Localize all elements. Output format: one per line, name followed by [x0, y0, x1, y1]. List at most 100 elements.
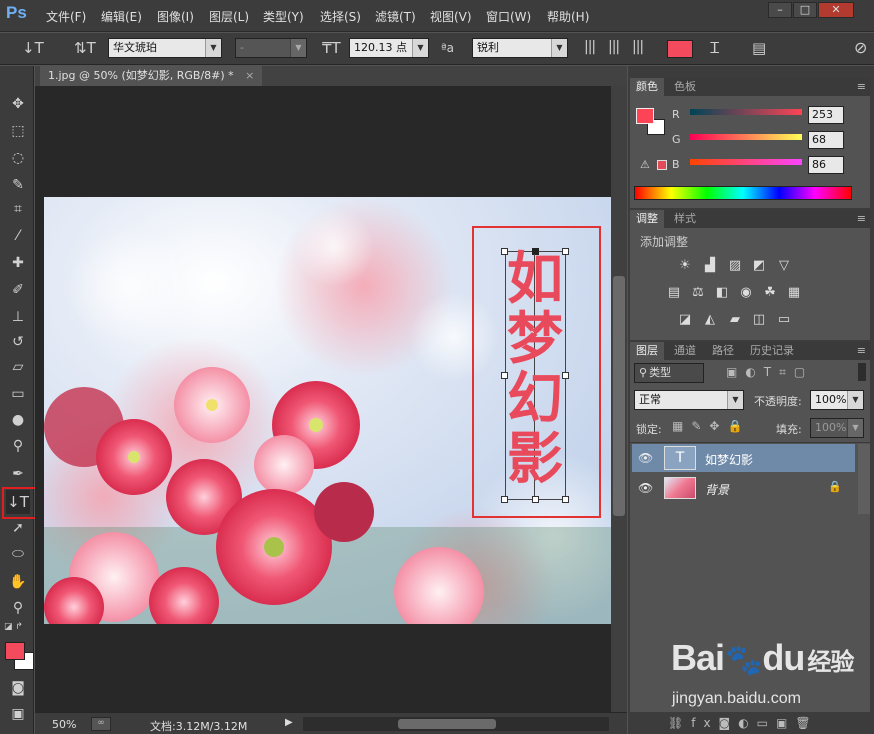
close-icon[interactable]: ×: [245, 69, 254, 82]
lock-icons[interactable]: ▦✎✥🔒: [672, 419, 750, 433]
tab-color[interactable]: 颜色: [630, 78, 664, 96]
quick-select-tool-icon[interactable]: ✎: [6, 173, 30, 197]
path-select-tool-icon[interactable]: ➚: [6, 516, 30, 540]
color-lookup-icon[interactable]: ▦: [785, 285, 803, 301]
scroll-thumb[interactable]: [613, 276, 625, 516]
tab-layers[interactable]: 图层: [630, 342, 664, 360]
warp-text-icon[interactable]: Ꮖ: [710, 39, 720, 57]
brightness-icon[interactable]: ☀: [676, 258, 694, 274]
panel-menu-icon[interactable]: ≡: [857, 212, 866, 225]
brush-tool-icon[interactable]: ✐: [6, 278, 30, 302]
transform-handle[interactable]: [501, 496, 508, 503]
healing-brush-tool-icon[interactable]: ✚: [6, 251, 30, 275]
tab-history[interactable]: 历史记录: [744, 342, 800, 360]
menu-help[interactable]: 帮助(H): [547, 8, 589, 25]
blend-mode-select[interactable]: 正常 ▼: [634, 390, 744, 410]
gradient-tool-icon[interactable]: ▭: [6, 382, 30, 406]
default-colors-icon[interactable]: ◪ ↱: [4, 622, 23, 632]
tab-styles[interactable]: 样式: [668, 210, 702, 228]
zoom-tool-icon[interactable]: ⚲: [6, 596, 30, 620]
layer-actions-icons[interactable]: ⛓fx◙◐▭▣🗑: [668, 716, 819, 730]
layer-name[interactable]: 如梦幻影: [705, 451, 753, 468]
history-brush-tool-icon[interactable]: ↺: [6, 330, 30, 354]
font-size-field[interactable]: 120.13 点 ▼: [349, 38, 429, 58]
black-white-icon[interactable]: ◧: [713, 285, 731, 301]
vertical-text-layer[interactable]: 如 梦 幻 影: [502, 250, 568, 490]
antialias-select[interactable]: 锐利 ▼: [472, 38, 568, 58]
menu-view[interactable]: 视图(V): [430, 8, 472, 25]
maximize-button[interactable]: □: [793, 2, 817, 18]
scroll-thumb[interactable]: [398, 719, 496, 729]
font-style-select[interactable]: - ▼: [235, 38, 307, 58]
channel-mixer-icon[interactable]: ☘: [761, 285, 779, 301]
invert-icon[interactable]: ◪: [676, 312, 694, 328]
eye-icon[interactable]: 👁: [638, 451, 653, 465]
eyedropper-tool-icon[interactable]: ⁄: [6, 224, 30, 248]
type-tool-icon[interactable]: ↓T: [6, 490, 30, 514]
threshold-icon[interactable]: ▰: [726, 312, 744, 328]
foreground-color-swatch[interactable]: [5, 642, 25, 660]
minimize-button[interactable]: –: [768, 2, 792, 18]
transform-handle[interactable]: [532, 496, 539, 503]
color-balance-icon[interactable]: ⚖: [689, 285, 707, 301]
tab-channels[interactable]: 通道: [668, 342, 702, 360]
document-tab[interactable]: 1.jpg @ 50% (如梦幻影, RGB/8#) * ×: [40, 66, 263, 86]
layer-row-background[interactable]: 👁 背景 🔒: [632, 474, 855, 502]
zoom-level[interactable]: 50%: [52, 718, 76, 731]
menu-edit[interactable]: 编辑(E): [101, 8, 142, 25]
status-menu-arrow-icon[interactable]: ▶: [285, 717, 293, 728]
hand-tool-icon[interactable]: ✋: [6, 570, 30, 594]
menu-select[interactable]: 选择(S): [320, 8, 361, 25]
layer-filter-select[interactable]: ⚲ 类型: [634, 363, 704, 383]
gamut-swatch[interactable]: [657, 160, 667, 170]
quick-mask-icon[interactable]: ◙: [6, 676, 30, 700]
menu-filter[interactable]: 滤镜(T): [375, 8, 416, 25]
pen-tool-icon[interactable]: ✒: [6, 462, 30, 486]
toggle-orientation-icon[interactable]: ⇅T: [74, 39, 96, 57]
vertical-scrollbar[interactable]: [611, 86, 627, 712]
b-value-field[interactable]: 86: [808, 156, 844, 174]
hue-saturation-icon[interactable]: ▤: [665, 285, 683, 301]
transform-handle[interactable]: [562, 496, 569, 503]
vibrance-icon[interactable]: ▽: [775, 258, 793, 274]
panel-menu-icon[interactable]: ≡: [857, 80, 866, 93]
g-slider[interactable]: [690, 134, 802, 140]
type-tool-preset-icon[interactable]: ↓T: [22, 39, 44, 57]
warning-icon[interactable]: ⚠: [640, 158, 650, 171]
align-left-icon[interactable]: |||: [584, 39, 596, 55]
menu-layer[interactable]: 图层(L): [209, 8, 249, 25]
menu-window[interactable]: 窗口(W): [486, 8, 531, 25]
crop-tool-icon[interactable]: ⌗: [6, 197, 30, 221]
layer-name[interactable]: 背景: [705, 481, 729, 498]
tab-paths[interactable]: 路径: [706, 342, 740, 360]
menu-file[interactable]: 文件(F): [46, 8, 86, 25]
color-spectrum-ramp[interactable]: [634, 186, 852, 200]
exposure-icon[interactable]: ◩: [750, 258, 768, 274]
levels-icon[interactable]: ▟: [701, 258, 719, 274]
cancel-icon[interactable]: ⊘: [854, 38, 867, 57]
lasso-tool-icon[interactable]: ◌: [6, 146, 30, 170]
horizontal-scrollbar[interactable]: [303, 717, 609, 731]
g-value-field[interactable]: 68: [808, 131, 844, 149]
r-slider[interactable]: [690, 109, 802, 115]
tab-adjustments[interactable]: 调整: [630, 210, 664, 228]
opacity-field[interactable]: 100% ▼: [810, 390, 864, 410]
gradient-map-icon[interactable]: ▭: [775, 312, 793, 328]
filter-toggle[interactable]: [858, 363, 866, 381]
layers-scrollbar[interactable]: [858, 444, 870, 514]
font-family-select[interactable]: 华文琥珀 ▼: [108, 38, 222, 58]
r-value-field[interactable]: 253: [808, 106, 844, 124]
selective-color-icon[interactable]: ◫: [750, 312, 768, 328]
dodge-tool-icon[interactable]: ⚲: [6, 434, 30, 458]
tab-swatches[interactable]: 色板: [668, 78, 702, 96]
screen-mode-icon[interactable]: ▣: [6, 702, 30, 726]
layer-row-text[interactable]: 👁 T 如梦幻影: [632, 444, 855, 472]
move-tool-icon[interactable]: ✥: [6, 92, 30, 116]
blur-tool-icon[interactable]: ●: [6, 408, 30, 432]
text-color-swatch[interactable]: [667, 40, 693, 58]
eraser-tool-icon[interactable]: ▱: [6, 355, 30, 379]
character-panel-icon[interactable]: ▤: [752, 39, 766, 57]
photo-filter-icon[interactable]: ◉: [737, 285, 755, 301]
b-slider[interactable]: [690, 159, 802, 165]
align-right-icon[interactable]: |||: [632, 39, 644, 55]
